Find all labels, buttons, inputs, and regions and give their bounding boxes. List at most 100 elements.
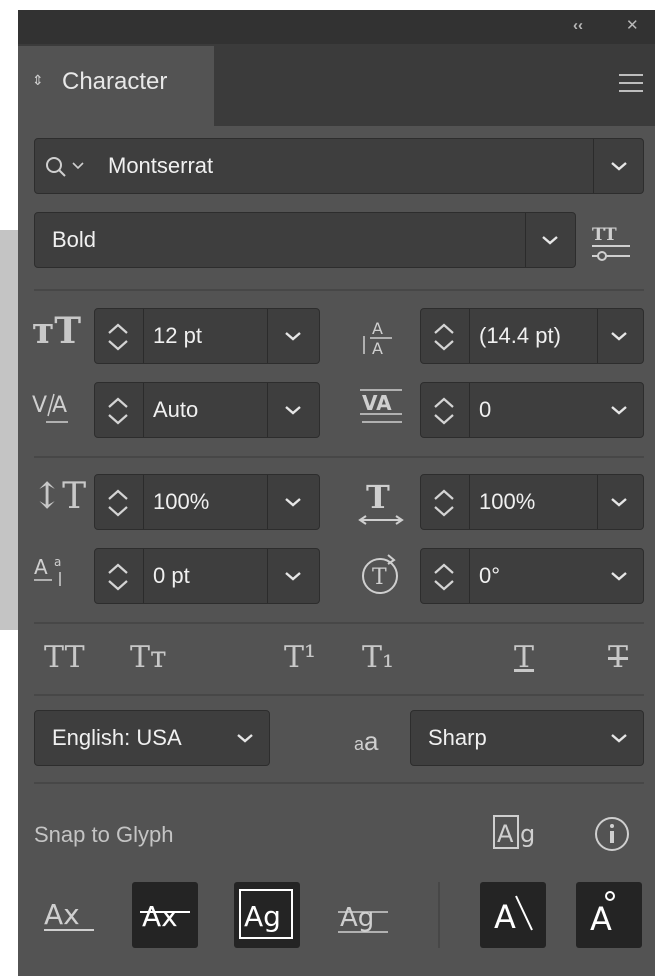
- info-icon[interactable]: [592, 814, 632, 854]
- chevron-down-icon[interactable]: [609, 569, 629, 583]
- touch-type-tool-icon[interactable]: TT: [588, 222, 634, 266]
- chevron-down-icon[interactable]: [609, 731, 629, 745]
- language-value: English: USA: [52, 725, 182, 750]
- stepper-arrows-icon[interactable]: [105, 322, 131, 352]
- horizontal-scale-field[interactable]: 100%: [420, 474, 644, 530]
- svg-text:A: A: [497, 820, 514, 848]
- chevron-down-icon[interactable]: [283, 569, 303, 583]
- separator: [143, 475, 144, 529]
- svg-text:A: A: [494, 898, 516, 936]
- anti-aliasing-dropdown[interactable]: Sharp: [410, 710, 644, 766]
- tracking-field[interactable]: 0: [420, 382, 644, 438]
- chevron-down-icon[interactable]: [283, 403, 303, 417]
- snap-glyph-bounds-button[interactable]: Ag: [234, 882, 300, 948]
- tracking-icon: VA: [360, 389, 402, 423]
- superscript-button[interactable]: T¹: [284, 640, 316, 675]
- snap-baseline-button[interactable]: Ax: [36, 882, 102, 948]
- chevron-down-icon[interactable]: [609, 159, 629, 173]
- divider: [34, 782, 644, 784]
- collapse-icon[interactable]: ‹‹: [573, 18, 583, 34]
- close-icon[interactable]: ✕: [626, 18, 639, 34]
- divider: [34, 289, 644, 291]
- snap-angular-guides-icon: A: [494, 895, 533, 936]
- rotation-field[interactable]: 0°: [420, 548, 644, 604]
- vertical-scale-value: 100%: [153, 489, 210, 514]
- kerning-icon: V A: [32, 393, 68, 423]
- snap-proximity-guides-button[interactable]: Ag: [330, 882, 396, 948]
- separator: [267, 475, 268, 529]
- svg-text:T: T: [372, 565, 387, 590]
- chevron-down-icon[interactable]: [609, 329, 629, 343]
- baseline-shift-field[interactable]: 0 pt: [94, 548, 320, 604]
- chevron-down-icon[interactable]: [283, 329, 303, 343]
- glyph-guides-icon[interactable]: A g: [492, 812, 542, 854]
- stepper-arrows-icon[interactable]: [431, 562, 457, 592]
- rotation-value: 0°: [479, 563, 501, 588]
- separator: [593, 139, 594, 193]
- snap-baseline-icon: Ax: [44, 898, 94, 931]
- language-dropdown[interactable]: English: USA: [34, 710, 270, 766]
- leading-field[interactable]: (14.4 pt): [420, 308, 644, 364]
- svg-text:VA: VA: [362, 391, 392, 415]
- separator: [267, 549, 268, 603]
- panel-titlebar: ‹‹ ✕: [18, 10, 655, 44]
- separator: [469, 383, 470, 437]
- chevron-down-icon[interactable]: [609, 403, 629, 417]
- snap-angular-guides-button[interactable]: A: [480, 882, 546, 948]
- chevron-down-icon[interactable]: [283, 495, 303, 509]
- tab-character-label: Character: [62, 68, 168, 95]
- anti-aliasing-icon: aa: [354, 726, 378, 757]
- stepper-arrows-icon[interactable]: [431, 488, 457, 518]
- vertical-scale-field[interactable]: 100%: [94, 474, 320, 530]
- underline-button[interactable]: T: [514, 640, 534, 675]
- small-caps-button[interactable]: Tт: [130, 640, 167, 675]
- leading-icon: A A: [363, 319, 392, 358]
- stepper-arrows-icon[interactable]: [431, 396, 457, 426]
- stepper-arrows-icon[interactable]: [105, 488, 131, 518]
- snap-proximity-guides-icon: Ag: [338, 903, 388, 933]
- chevron-down-icon[interactable]: [235, 731, 255, 745]
- separator: [438, 882, 440, 948]
- tracking-value: 0: [479, 397, 492, 422]
- character-rotation-icon: T: [362, 554, 398, 594]
- anti-aliasing-value: Sharp: [428, 725, 487, 750]
- font-style-value: Bold: [52, 227, 97, 252]
- strikethrough-button[interactable]: T: [608, 640, 628, 675]
- separator: [597, 309, 598, 363]
- aa-small-glyph: a: [354, 734, 365, 754]
- svg-text:A: A: [590, 900, 612, 938]
- tab-character[interactable]: ⇕ Character: [18, 46, 214, 126]
- chevron-down-icon[interactable]: [609, 495, 629, 509]
- subscript-button[interactable]: T₁: [362, 640, 394, 675]
- divider: [34, 622, 644, 624]
- chevron-down-icon[interactable]: [540, 233, 560, 247]
- kerning-value: Auto: [153, 397, 199, 422]
- separator: [143, 549, 144, 603]
- snap-anchor-point-button[interactable]: A: [576, 882, 642, 948]
- separator: [469, 309, 470, 363]
- svg-text:A: A: [34, 555, 48, 579]
- svg-text:Ax: Ax: [44, 898, 80, 931]
- separator: [143, 383, 144, 437]
- svg-text:A: A: [372, 339, 383, 358]
- stepper-arrows-icon[interactable]: [105, 396, 131, 426]
- stepper-arrows-icon[interactable]: [431, 322, 457, 352]
- separator: [525, 213, 526, 267]
- separator: [469, 475, 470, 529]
- font-size-field[interactable]: 12 pt: [94, 308, 320, 364]
- svg-text:Ag: Ag: [244, 900, 281, 933]
- all-caps-button[interactable]: TT: [44, 640, 85, 675]
- search-icon[interactable]: [45, 156, 89, 180]
- font-style-dropdown[interactable]: Bold: [34, 212, 576, 268]
- vertical-scale-icon: ↕T: [32, 476, 87, 517]
- horizontal-scale-value: 100%: [479, 489, 536, 514]
- panel-menu-icon[interactable]: [619, 74, 643, 92]
- baseline-shift-value: 0 pt: [153, 563, 190, 588]
- kerning-field[interactable]: Auto: [94, 382, 320, 438]
- snap-x-height-button[interactable]: Ax: [132, 882, 198, 948]
- font-family-dropdown[interactable]: Montserrat: [34, 138, 644, 194]
- svg-text:T: T: [366, 478, 390, 516]
- panel-options-arrows-icon[interactable]: ⇕: [32, 72, 44, 89]
- stepper-arrows-icon[interactable]: [105, 562, 131, 592]
- separator: [597, 475, 598, 529]
